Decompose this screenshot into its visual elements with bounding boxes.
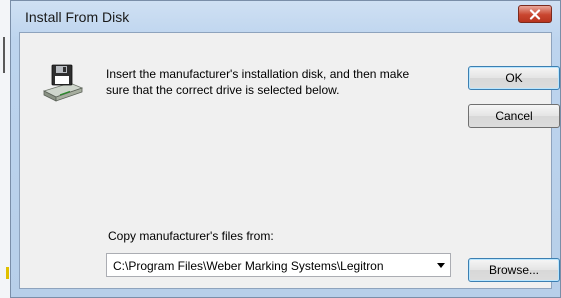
copy-from-path-value: C:\Program Files\Weber Marking Systems\L… xyxy=(113,259,384,273)
instruction-text: Insert the manufacturer's installation d… xyxy=(106,67,410,97)
dropdown-arrow-icon[interactable] xyxy=(437,263,445,268)
copy-from-combobox[interactable]: C:\Program Files\Weber Marking Systems\L… xyxy=(106,253,451,277)
background-window-edge xyxy=(0,0,10,298)
ok-button[interactable]: OK xyxy=(468,66,560,90)
background-edge-highlight xyxy=(6,267,9,279)
close-button[interactable] xyxy=(518,5,552,23)
browse-button[interactable]: Browse... xyxy=(468,258,560,282)
dialog-title: Install From Disk xyxy=(25,9,130,25)
copy-from-label: Copy manufacturer's files from: xyxy=(108,229,274,243)
dialog-client-area: Insert the manufacturer's installation d… xyxy=(19,32,560,289)
background-edge-mark xyxy=(3,37,5,73)
install-from-disk-dialog: Install From Disk Insert the manufacture… xyxy=(10,0,561,298)
title-bar[interactable]: Install From Disk xyxy=(11,1,560,31)
floppy-disk-drive-icon xyxy=(42,64,84,102)
close-icon xyxy=(529,8,541,20)
cancel-button[interactable]: Cancel xyxy=(468,104,560,128)
